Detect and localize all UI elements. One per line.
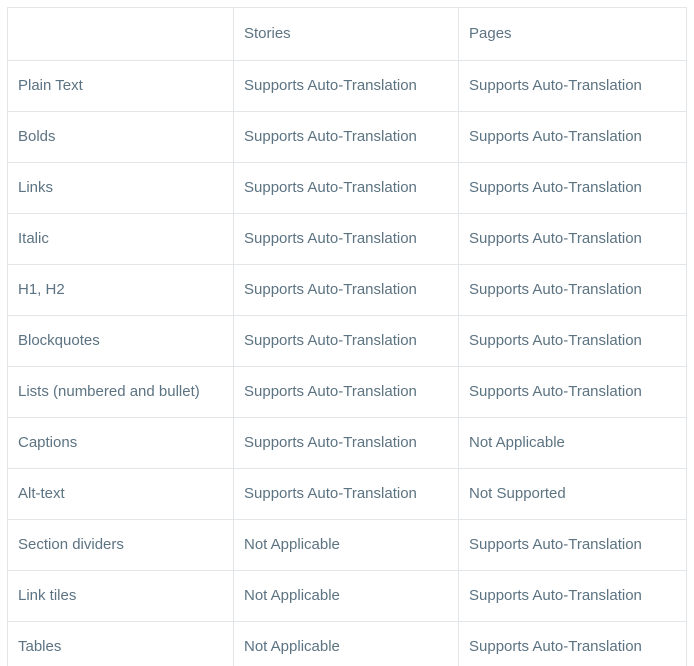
cell-stories: Supports Auto-Translation — [233, 162, 459, 214]
cell-feature: Blockquotes — [7, 315, 234, 367]
table-row: Links Supports Auto-Translation Supports… — [7, 162, 687, 214]
cell-feature: Captions — [7, 417, 234, 469]
table-row: Lists (numbered and bullet) Supports Aut… — [7, 366, 687, 418]
cell-feature: Tables — [7, 621, 234, 666]
cell-pages: Supports Auto-Translation — [458, 264, 687, 316]
cell-stories: Supports Auto-Translation — [233, 264, 459, 316]
cell-pages: Supports Auto-Translation — [458, 621, 687, 666]
cell-stories: Supports Auto-Translation — [233, 213, 459, 265]
cell-feature: Plain Text — [7, 60, 234, 112]
table-row: Captions Supports Auto-Translation Not A… — [7, 417, 687, 469]
cell-feature: Section dividers — [7, 519, 234, 571]
cell-pages: Supports Auto-Translation — [458, 519, 687, 571]
cell-stories: Supports Auto-Translation — [233, 468, 459, 520]
table-body: Plain Text Supports Auto-Translation Sup… — [7, 60, 687, 666]
cell-feature: Lists (numbered and bullet) — [7, 366, 234, 418]
cell-stories: Supports Auto-Translation — [233, 417, 459, 469]
cell-feature: Link tiles — [7, 570, 234, 622]
cell-stories: Supports Auto-Translation — [233, 315, 459, 367]
table-row: Italic Supports Auto-Translation Support… — [7, 213, 687, 265]
cell-stories: Supports Auto-Translation — [233, 366, 459, 418]
cell-pages: Supports Auto-Translation — [458, 162, 687, 214]
cell-pages: Not Supported — [458, 468, 687, 520]
cell-feature: Alt-text — [7, 468, 234, 520]
table-row: Section dividers Not Applicable Supports… — [7, 519, 687, 571]
cell-stories: Supports Auto-Translation — [233, 60, 459, 112]
table-row: Plain Text Supports Auto-Translation Sup… — [7, 60, 687, 112]
cell-stories: Not Applicable — [233, 621, 459, 666]
table-container: Stories Pages Plain Text Supports Auto-T… — [0, 0, 694, 666]
auto-translation-support-table: Stories Pages Plain Text Supports Auto-T… — [7, 7, 687, 666]
cell-feature: Bolds — [7, 111, 234, 163]
cell-pages: Supports Auto-Translation — [458, 213, 687, 265]
cell-pages: Supports Auto-Translation — [458, 60, 687, 112]
table-row: Tables Not Applicable Supports Auto-Tran… — [7, 621, 687, 666]
table-row: Blockquotes Supports Auto-Translation Su… — [7, 315, 687, 367]
table-row: Link tiles Not Applicable Supports Auto-… — [7, 570, 687, 622]
cell-stories: Not Applicable — [233, 570, 459, 622]
column-header-pages: Pages — [458, 7, 687, 61]
cell-pages: Supports Auto-Translation — [458, 570, 687, 622]
table-header-row: Stories Pages — [7, 7, 687, 61]
table-row: H1, H2 Supports Auto-Translation Support… — [7, 264, 687, 316]
column-header-stories: Stories — [233, 7, 459, 61]
table-row: Alt-text Supports Auto-Translation Not S… — [7, 468, 687, 520]
cell-feature: Italic — [7, 213, 234, 265]
cell-pages: Supports Auto-Translation — [458, 366, 687, 418]
cell-pages: Not Applicable — [458, 417, 687, 469]
cell-stories: Not Applicable — [233, 519, 459, 571]
cell-feature: Links — [7, 162, 234, 214]
cell-pages: Supports Auto-Translation — [458, 315, 687, 367]
table-row: Bolds Supports Auto-Translation Supports… — [7, 111, 687, 163]
column-header-feature — [7, 7, 234, 61]
cell-feature: H1, H2 — [7, 264, 234, 316]
cell-pages: Supports Auto-Translation — [458, 111, 687, 163]
table-header: Stories Pages — [7, 7, 687, 61]
cell-stories: Supports Auto-Translation — [233, 111, 459, 163]
